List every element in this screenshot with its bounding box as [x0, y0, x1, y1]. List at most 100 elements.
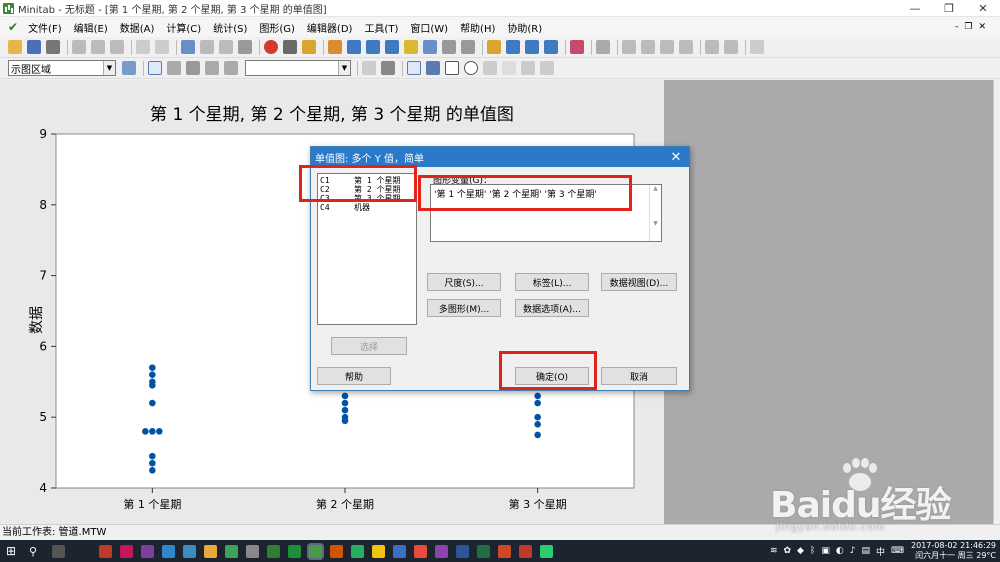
align-left-icon[interactable] [622, 40, 636, 54]
menu-tools[interactable]: 工具(T) [358, 20, 404, 35]
cascade-icon[interactable] [544, 40, 558, 54]
menu-help[interactable]: 帮助(H) [454, 20, 501, 35]
volume-icon[interactable]: ♪ [850, 546, 856, 556]
ellipse-tool-icon[interactable] [464, 61, 478, 75]
menu-stat[interactable]: 统计(S) [207, 20, 253, 35]
multiple-graphs-button[interactable]: 多图形(M)... [427, 299, 501, 317]
graph-folder-icon[interactable] [423, 40, 437, 54]
tray-app-icon[interactable]: ◆ [797, 546, 804, 556]
browser-icon[interactable] [162, 544, 175, 558]
graph-variables-input[interactable]: '第 1 个星期' '第 2 个星期' '第 3 个星期' ▲ ▼ [430, 184, 662, 242]
ime-mode-icon[interactable]: ⌨ [891, 546, 904, 556]
flag-icon[interactable] [205, 61, 219, 75]
taskbar-app-icon[interactable] [351, 544, 364, 558]
close-graphs-icon[interactable] [570, 40, 584, 54]
line-style-icon[interactable] [705, 40, 719, 54]
history-icon[interactable] [366, 40, 380, 54]
windows-logo-icon[interactable]: ⊞ [0, 544, 22, 558]
cancel-button[interactable]: 取消 [601, 367, 677, 385]
variable-row[interactable]: C4 机器 [320, 203, 416, 212]
chevron-down-icon[interactable]: ▼ [338, 61, 350, 75]
project-manager-icon[interactable] [404, 40, 418, 54]
menu-edit[interactable]: 编辑(E) [68, 20, 114, 35]
minitab-taskbar-icon[interactable] [309, 544, 322, 558]
rectangle-tool-icon[interactable] [445, 61, 459, 75]
select-button[interactable]: 选择 [331, 337, 407, 355]
close-button[interactable]: ✕ [966, 2, 1000, 15]
taskbar-app-icon[interactable] [519, 544, 532, 558]
chrome-icon[interactable] [204, 544, 217, 558]
cancel-icon[interactable] [264, 40, 278, 54]
wifi-icon[interactable]: ≋ [770, 546, 778, 556]
edit-attributes-icon[interactable] [122, 61, 136, 75]
info-icon[interactable] [283, 40, 297, 54]
cut-icon[interactable] [72, 40, 86, 54]
scale-button[interactable]: 尺度(S)... [427, 273, 501, 291]
info-window-icon[interactable] [385, 40, 399, 54]
search-icon[interactable]: ⚲ [22, 545, 44, 558]
insert-row-icon[interactable] [200, 40, 214, 54]
mdi-close-button[interactable]: ✕ [978, 22, 986, 32]
menu-file[interactable]: 文件(F) [22, 20, 68, 35]
report-pad-icon[interactable] [442, 40, 456, 54]
ok-button[interactable]: 确定(O) [515, 367, 589, 385]
menu-editor[interactable]: 编辑器(D) [301, 20, 359, 35]
mdi-minimize-button[interactable]: - [955, 22, 958, 32]
wechat-icon[interactable] [540, 544, 553, 558]
find-icon[interactable] [238, 40, 252, 54]
taskbar-app-icon[interactable] [225, 544, 238, 558]
taskbar-app-icon[interactable] [246, 544, 259, 558]
excel-icon[interactable] [477, 544, 490, 558]
session-check-icon[interactable]: ✔ [8, 20, 18, 34]
taskbar-app-icon[interactable] [414, 544, 427, 558]
print-icon[interactable] [46, 40, 60, 54]
taskbar-app-icon[interactable] [267, 544, 280, 558]
word-icon[interactable] [456, 544, 469, 558]
tray-app-icon[interactable]: ✿ [783, 546, 791, 556]
save-icon[interactable] [27, 40, 41, 54]
fill-icon[interactable] [724, 40, 738, 54]
graph-window-icon[interactable] [506, 40, 520, 54]
undo-icon[interactable] [136, 40, 150, 54]
distribute-icon[interactable] [679, 40, 693, 54]
session-window-icon[interactable] [328, 40, 342, 54]
copy-icon[interactable] [91, 40, 105, 54]
taskbar-app-icon[interactable] [288, 544, 301, 558]
task-view-icon[interactable] [52, 544, 65, 558]
graph-layout-icon[interactable] [487, 40, 501, 54]
line-tool-icon[interactable] [483, 61, 497, 75]
open-icon[interactable] [8, 40, 22, 54]
onenote-icon[interactable] [141, 544, 154, 558]
maximize-button[interactable]: ❐ [932, 2, 966, 15]
data-window-icon[interactable] [347, 40, 361, 54]
store-icon[interactable] [183, 544, 196, 558]
graph-region-combo[interactable]: 示图区域 ▼ [8, 60, 116, 76]
data-options-button[interactable]: 数据选项(A)... [515, 299, 589, 317]
taskbar-app-icon[interactable] [120, 544, 133, 558]
related-docs-icon[interactable] [461, 40, 475, 54]
labels-button[interactable]: 标签(L)... [515, 273, 589, 291]
zoom-icon[interactable] [381, 61, 395, 75]
brush-icon[interactable] [596, 40, 610, 54]
tray-app-icon[interactable]: ▤ [861, 546, 870, 556]
redo-icon[interactable] [155, 40, 169, 54]
menu-calc[interactable]: 计算(C) [160, 20, 207, 35]
variable-row[interactable]: C3 第 3 个星期 [320, 194, 416, 203]
crosshair-icon[interactable] [186, 61, 200, 75]
variable-list[interactable]: C1 第 1 个星期 C2 第 2 个星期 C3 第 3 个星期 C4 机器 [317, 173, 417, 325]
align-center-icon[interactable] [641, 40, 655, 54]
align-right-icon[interactable] [660, 40, 674, 54]
marker-tool-icon[interactable] [502, 61, 516, 75]
powerpoint-icon[interactable] [498, 544, 511, 558]
taskbar-app-icon[interactable] [99, 544, 112, 558]
taskbar-app-icon[interactable] [393, 544, 406, 558]
swap-icon[interactable] [224, 61, 238, 75]
bluetooth-icon[interactable]: ᛒ [810, 546, 815, 556]
delete-icon[interactable] [362, 61, 376, 75]
taskbar-app-icon[interactable] [330, 544, 343, 558]
mdi-restore-button[interactable]: ❐ [964, 22, 972, 32]
annotation-pointer-icon[interactable] [407, 61, 421, 75]
menu-graph[interactable]: 图形(G) [253, 20, 301, 35]
help-icon[interactable] [302, 40, 316, 54]
input-scrollbar[interactable]: ▲ ▼ [649, 185, 661, 241]
